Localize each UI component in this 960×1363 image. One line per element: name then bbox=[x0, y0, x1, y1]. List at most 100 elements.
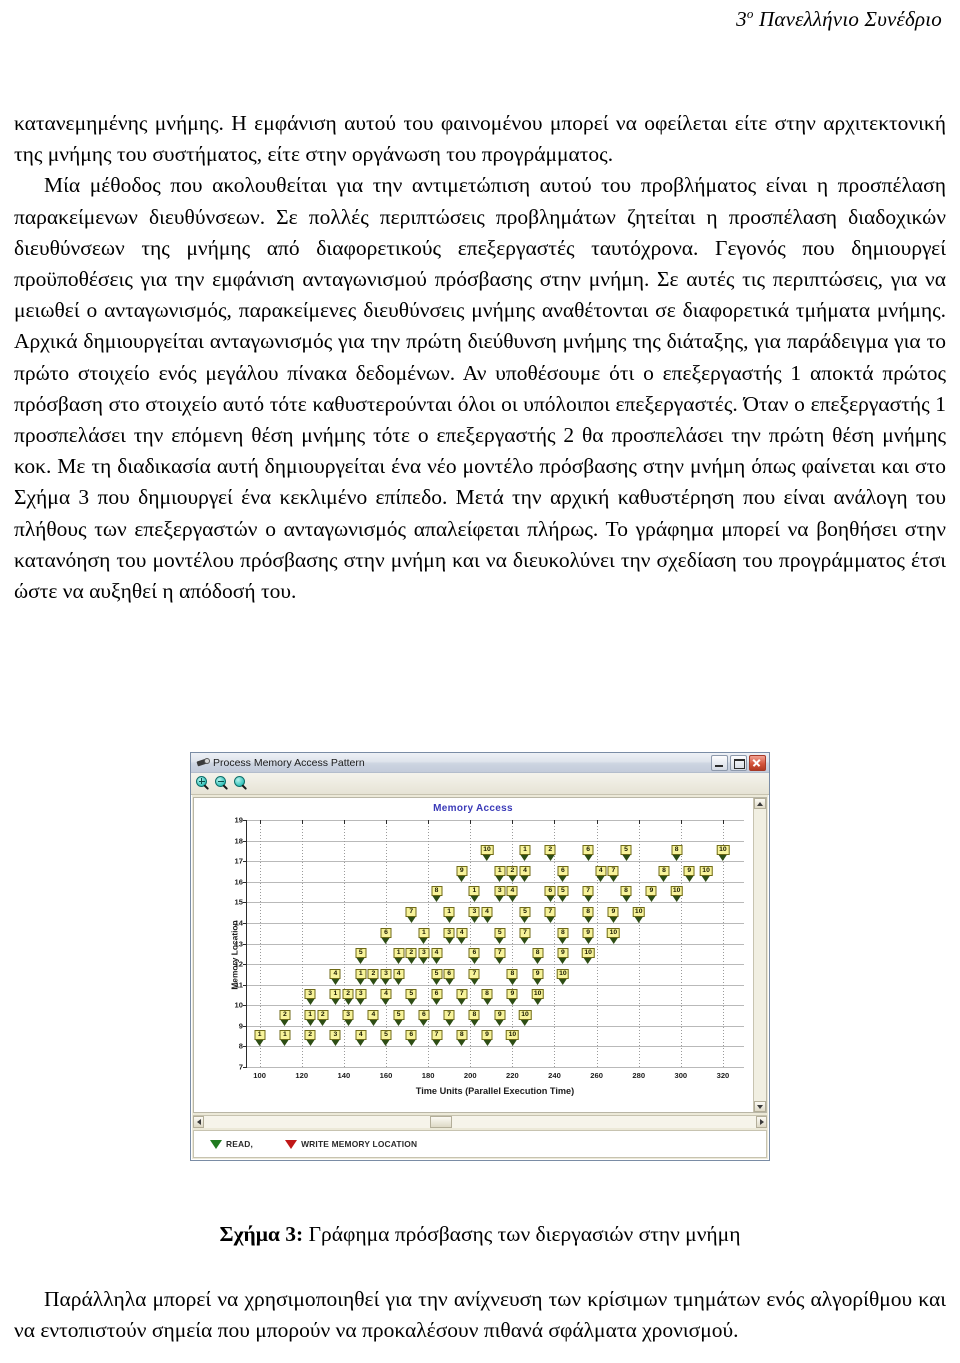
chart-marker[interactable]: 7 bbox=[607, 865, 619, 882]
chart-marker[interactable]: 5 bbox=[494, 927, 506, 944]
chart-marker[interactable]: 4 bbox=[367, 1009, 379, 1026]
scroll-up-arrow[interactable] bbox=[754, 798, 766, 809]
chart-marker[interactable]: 3 bbox=[342, 1009, 354, 1026]
chart-marker[interactable]: 6 bbox=[380, 927, 392, 944]
chart-marker[interactable]: 10 bbox=[716, 845, 730, 862]
chart-marker[interactable]: 2 bbox=[279, 1009, 291, 1026]
chart-marker[interactable]: 8 bbox=[658, 865, 670, 882]
maximize-button[interactable] bbox=[730, 754, 747, 771]
chart-marker[interactable]: 5 bbox=[519, 906, 531, 923]
chart-marker[interactable]: 3 bbox=[494, 886, 506, 903]
scroll-left-arrow[interactable] bbox=[193, 1116, 204, 1128]
chart-marker[interactable]: 4 bbox=[456, 927, 468, 944]
chart-marker[interactable]: 1 bbox=[355, 968, 367, 985]
chart-marker[interactable]: 6 bbox=[443, 968, 455, 985]
chart-marker[interactable]: 4 bbox=[595, 865, 607, 882]
chart-marker[interactable]: 8 bbox=[557, 927, 569, 944]
chart-marker[interactable]: 5 bbox=[620, 845, 632, 862]
chart-marker[interactable]: 7 bbox=[468, 968, 480, 985]
chart-marker[interactable]: 3 bbox=[304, 989, 316, 1006]
chart-marker[interactable]: 1 bbox=[304, 1009, 316, 1026]
chart-marker[interactable]: 1 bbox=[418, 927, 430, 944]
chart-horizontal-scrollbar[interactable] bbox=[193, 1115, 767, 1128]
chart-marker[interactable]: 9 bbox=[607, 906, 619, 923]
chart-marker[interactable]: 7 bbox=[582, 886, 594, 903]
chart-marker[interactable]: 2 bbox=[506, 865, 518, 882]
chart-marker[interactable]: 7 bbox=[519, 927, 531, 944]
chart-marker[interactable]: 3 bbox=[380, 968, 392, 985]
zoom-out-icon[interactable] bbox=[215, 776, 230, 791]
chart-marker[interactable]: 10 bbox=[531, 989, 544, 1006]
chart-marker[interactable]: 8 bbox=[468, 1009, 480, 1026]
chart-marker[interactable]: 1 bbox=[393, 948, 405, 965]
chart-marker[interactable]: 2 bbox=[342, 989, 354, 1006]
chart-marker[interactable]: 10 bbox=[607, 927, 620, 944]
chart-marker[interactable]: 4 bbox=[506, 886, 518, 903]
chart-marker[interactable]: 1 bbox=[443, 906, 455, 923]
chart-marker[interactable]: 7 bbox=[443, 1009, 455, 1026]
scroll-down-arrow[interactable] bbox=[754, 1101, 766, 1112]
chart-marker[interactable]: 5 bbox=[557, 886, 569, 903]
chart-marker[interactable]: 6 bbox=[557, 865, 569, 882]
chart-marker[interactable]: 4 bbox=[329, 968, 341, 985]
chart-marker[interactable]: 3 bbox=[443, 927, 455, 944]
chart-marker[interactable]: 10 bbox=[506, 1030, 519, 1047]
chart-marker[interactable]: 9 bbox=[456, 865, 468, 882]
chart-marker[interactable]: 2 bbox=[304, 1030, 316, 1047]
zoom-in-icon[interactable] bbox=[196, 776, 211, 791]
minimize-button[interactable] bbox=[711, 754, 728, 771]
chart-marker[interactable]: 10 bbox=[518, 1009, 532, 1026]
chart-marker[interactable]: 4 bbox=[431, 948, 443, 965]
chart-marker[interactable]: 8 bbox=[456, 1030, 468, 1047]
chart-marker[interactable]: 2 bbox=[367, 968, 379, 985]
chart-marker[interactable]: 4 bbox=[355, 1030, 367, 1047]
chart-marker[interactable]: 1 bbox=[254, 1030, 266, 1047]
chart-marker[interactable]: 5 bbox=[431, 968, 443, 985]
chart-marker[interactable]: 6 bbox=[582, 845, 594, 862]
chart-marker[interactable]: 7 bbox=[456, 989, 468, 1006]
chart-marker[interactable]: 9 bbox=[683, 865, 695, 882]
chart-vertical-scrollbar[interactable] bbox=[753, 798, 766, 1112]
chart-marker[interactable]: 4 bbox=[380, 989, 392, 1006]
chart-marker[interactable]: 8 bbox=[582, 906, 594, 923]
chart-marker[interactable]: 3 bbox=[329, 1030, 341, 1047]
chart-marker[interactable]: 1 bbox=[494, 865, 506, 882]
chart-marker[interactable]: 6 bbox=[468, 948, 480, 965]
zoom-reset-icon[interactable] bbox=[234, 776, 249, 791]
chart-marker[interactable]: 9 bbox=[494, 1009, 506, 1026]
chart-marker[interactable]: 4 bbox=[481, 906, 493, 923]
chart-marker[interactable]: 9 bbox=[557, 948, 569, 965]
chart-marker[interactable]: 3 bbox=[355, 989, 367, 1006]
close-button[interactable] bbox=[749, 754, 766, 771]
chart-marker[interactable]: 9 bbox=[645, 886, 657, 903]
chart-marker[interactable]: 7 bbox=[494, 948, 506, 965]
chart-marker[interactable]: 4 bbox=[393, 968, 405, 985]
chart-marker[interactable]: 6 bbox=[431, 989, 443, 1006]
chart-marker[interactable]: 10 bbox=[480, 845, 494, 862]
chart-marker[interactable]: 1 bbox=[519, 845, 531, 862]
chart-marker[interactable]: 8 bbox=[532, 948, 544, 965]
chart-marker[interactable]: 3 bbox=[418, 948, 430, 965]
chart-marker[interactable]: 8 bbox=[481, 989, 493, 1006]
chart-marker[interactable]: 5 bbox=[393, 1009, 405, 1026]
chart-marker[interactable]: 9 bbox=[532, 968, 544, 985]
chart-marker[interactable]: 7 bbox=[431, 1030, 443, 1047]
chart-marker[interactable]: 9 bbox=[582, 927, 594, 944]
chart-marker[interactable]: 2 bbox=[544, 845, 556, 862]
chart-marker[interactable]: 5 bbox=[380, 1030, 392, 1047]
chart-marker[interactable]: 7 bbox=[544, 906, 556, 923]
chart-marker[interactable]: 1 bbox=[329, 989, 341, 1006]
chart-marker[interactable]: 6 bbox=[418, 1009, 430, 1026]
chart-marker[interactable]: 10 bbox=[556, 968, 570, 985]
chart-marker[interactable]: 8 bbox=[671, 845, 683, 862]
chart-marker[interactable]: 2 bbox=[405, 948, 417, 965]
chart-marker[interactable]: 7 bbox=[405, 906, 417, 923]
scroll-right-arrow[interactable] bbox=[756, 1116, 767, 1128]
chart-marker[interactable]: 6 bbox=[544, 886, 556, 903]
chart-marker[interactable]: 4 bbox=[519, 865, 531, 882]
chart-marker[interactable]: 10 bbox=[581, 948, 595, 965]
chart-marker[interactable]: 1 bbox=[279, 1030, 291, 1047]
chart-marker[interactable]: 10 bbox=[699, 865, 713, 882]
chart-marker[interactable]: 8 bbox=[431, 886, 443, 903]
chart-marker[interactable]: 10 bbox=[632, 906, 645, 923]
